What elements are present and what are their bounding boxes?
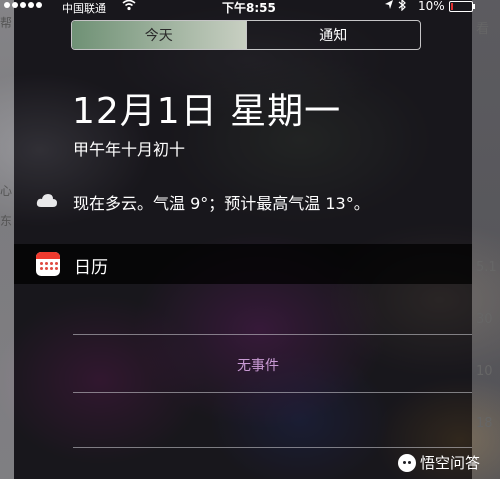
- wifi-icon: [122, 0, 136, 14]
- notification-center-screen: 帮 心 东 看 5.1 30 10 18 中国联通 下午8:55 10% 今天 …: [0, 0, 500, 479]
- today-notifications-segmented-control: 今天 通知: [71, 20, 421, 50]
- status-time: 下午8:55: [222, 1, 276, 15]
- tab-notifications[interactable]: 通知: [245, 21, 421, 49]
- signal-strength-icon: [4, 2, 42, 8]
- weather-summary: 现在多云。气温 9°；预计最高气温 13°。: [73, 194, 370, 213]
- today-date: 12月1日 星期一: [72, 91, 342, 132]
- battery-percent: 10%: [418, 0, 445, 13]
- background-app-left-edge: [0, 0, 14, 479]
- background-app-text: 心: [0, 184, 13, 198]
- watermark: 悟空问答: [398, 452, 480, 473]
- divider: [73, 334, 472, 335]
- status-bar: 中国联通 下午8:55 10%: [0, 0, 500, 15]
- cloud-icon: [36, 192, 58, 208]
- bluetooth-icon: [398, 0, 406, 14]
- calendar-icon: [36, 252, 60, 276]
- tab-today[interactable]: 今天: [72, 21, 246, 49]
- background-app-text: 帮: [0, 16, 13, 30]
- wukong-logo-icon: [398, 453, 416, 472]
- lunar-date: 甲午年十月初十: [73, 140, 186, 159]
- no-events-label: 无事件: [237, 358, 279, 374]
- divider: [73, 447, 472, 448]
- watermark-text: 悟空问答: [420, 454, 481, 472]
- carrier-name: 中国联通: [62, 2, 106, 15]
- location-arrow-icon: [384, 0, 394, 13]
- background-app-text: 看: [476, 22, 490, 37]
- divider: [73, 392, 472, 393]
- background-app-text: 5.1: [476, 260, 497, 275]
- calendar-title: 日历: [74, 258, 108, 278]
- notification-center-panel: [14, 0, 472, 479]
- background-app-text: 18: [476, 416, 493, 431]
- background-app-text: 10: [476, 364, 493, 379]
- background-app-right-edge: [472, 0, 500, 479]
- battery-icon: [449, 1, 475, 12]
- background-app-text: 30: [476, 312, 493, 327]
- background-app-text: 东: [0, 214, 13, 228]
- battery-fill: [451, 3, 453, 10]
